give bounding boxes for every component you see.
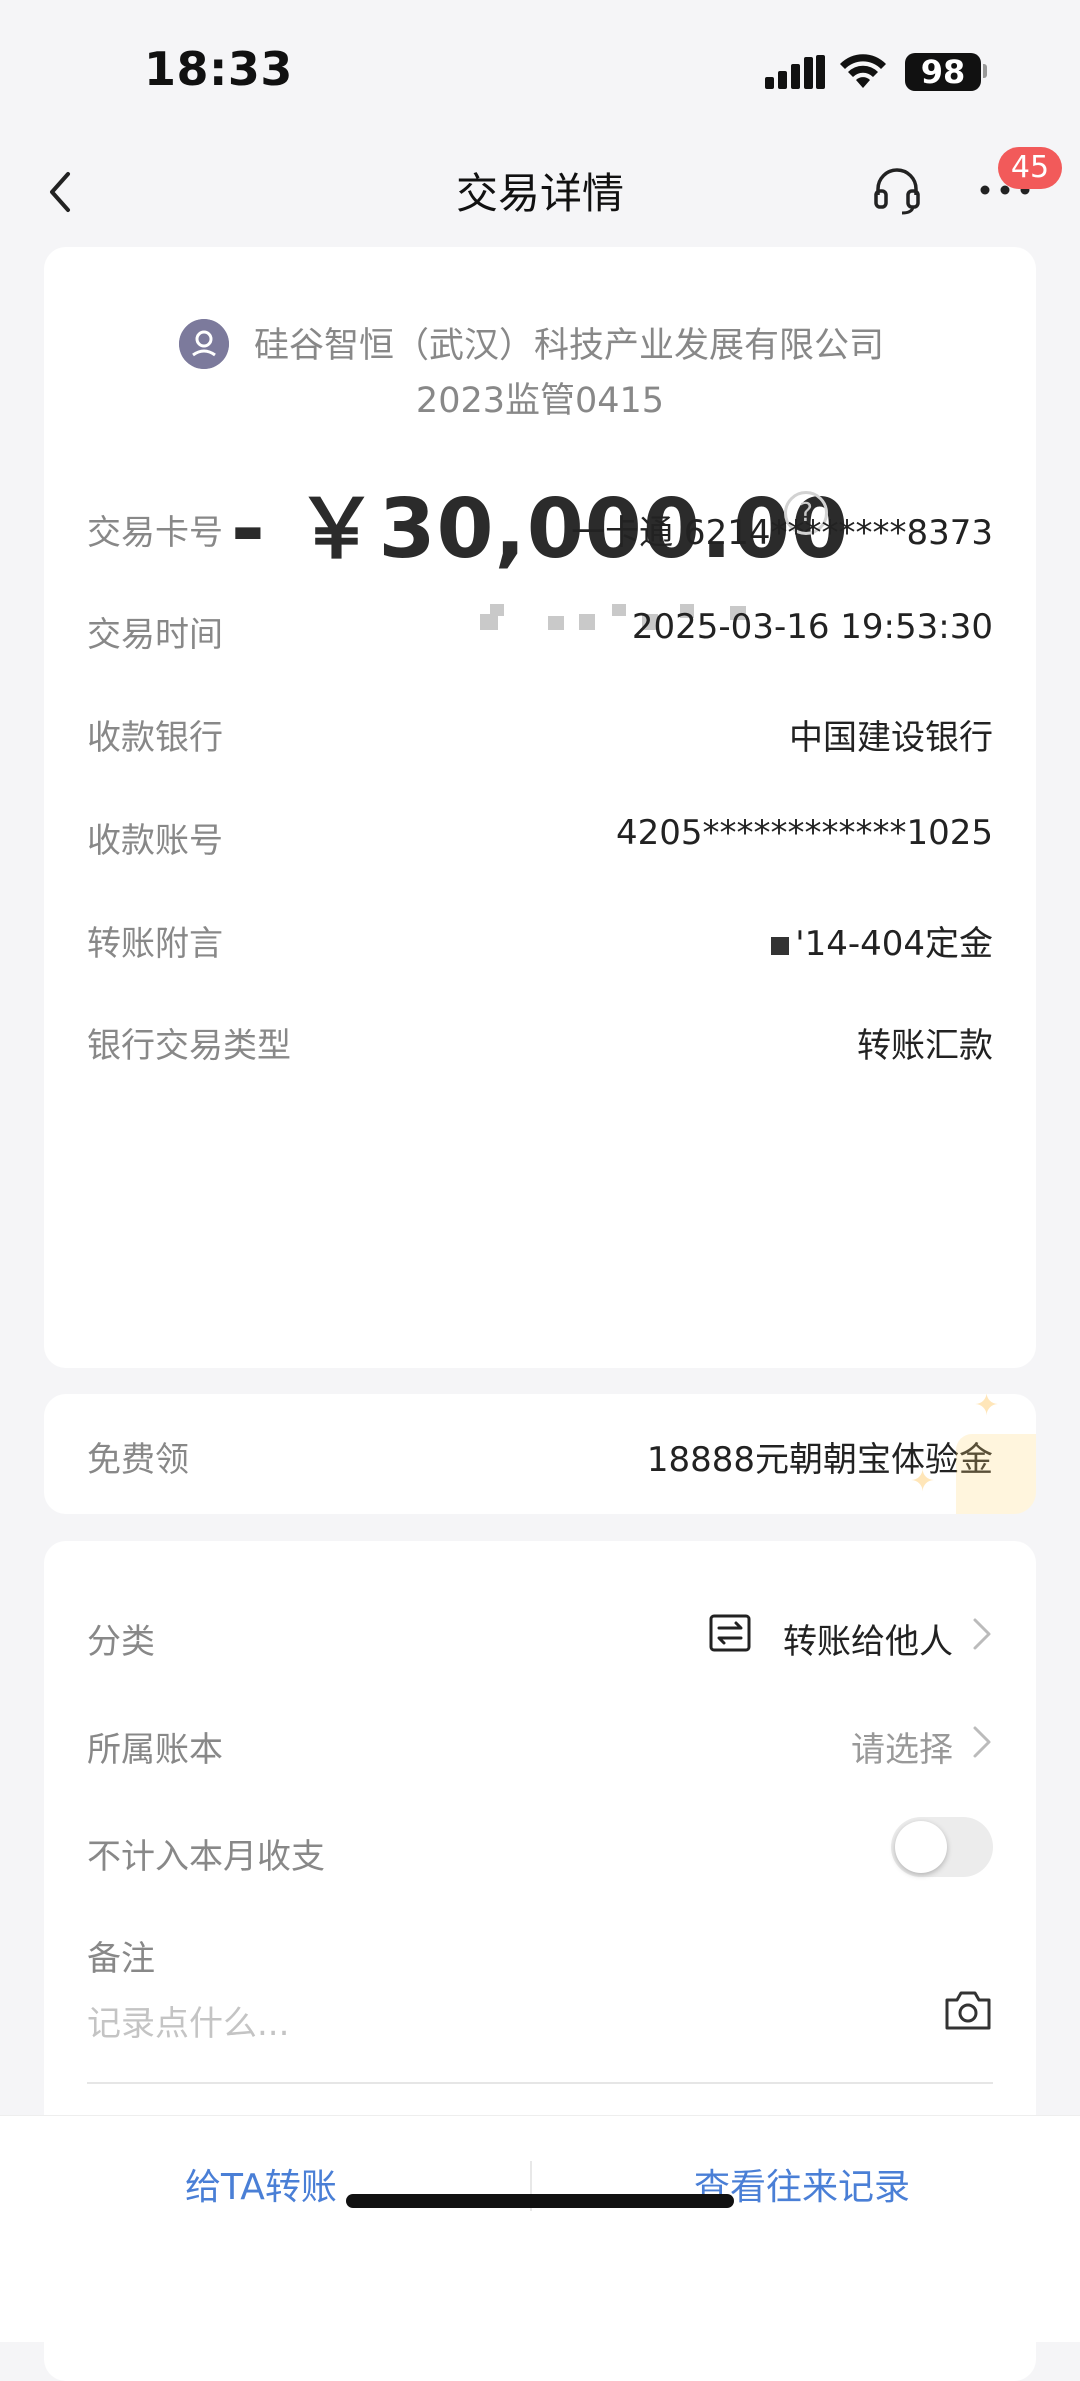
signal-icon	[765, 55, 825, 89]
detail-label: 收款账号	[87, 821, 223, 861]
exclude-toggle[interactable]	[891, 1817, 993, 1877]
detail-value: 转账汇款	[857, 1026, 993, 1066]
detail-row-type: 银行交易类型 转账汇款	[87, 1018, 993, 1078]
ledger-value: 请选择	[851, 1730, 953, 1770]
headset-icon[interactable]	[872, 165, 922, 215]
detail-label: 转账附言	[87, 924, 223, 964]
payee-name: 硅谷智恒（武汉）科技产业发展有限公司	[254, 326, 885, 366]
status-bar: 18:33 98	[0, 0, 1080, 140]
notification-badge: 45	[998, 147, 1062, 189]
sparkle-icon: ✦	[910, 1464, 936, 1499]
detail-value: 4205************1025	[615, 813, 993, 853]
detail-label: 交易卡号	[87, 513, 223, 553]
chevron-right-icon	[973, 1726, 991, 1758]
transaction-card: 硅谷智恒（武汉）科技产业发展有限公司 2023监管0415 - ￥30,000.…	[44, 247, 1036, 1368]
note-row: 备注	[87, 1931, 993, 1991]
promo-card[interactable]: 免费领 18888元朝朝宝体验金 ✦ ✦	[44, 1394, 1036, 1514]
transfer-icon	[709, 1614, 751, 1652]
camera-icon[interactable]	[943, 1988, 993, 2032]
promo-value: 18888元朝朝宝体验金	[646, 1440, 993, 1480]
battery-indicator: 98	[905, 53, 981, 91]
bottom-action-bar: 给TA转账 查看往来记录	[0, 2115, 1080, 2342]
detail-value: 一卡通 6214********8373	[571, 513, 993, 553]
status-time: 18:33	[144, 42, 293, 96]
promo-decoration	[956, 1434, 1036, 1514]
category-row[interactable]: 分类 转账给他人	[87, 1614, 993, 1674]
category-value: 转账给他人	[783, 1622, 953, 1662]
sparkle-icon: ✦	[974, 1394, 1000, 1423]
detail-row-memo: 转账附言 '14-404定金	[87, 916, 993, 976]
home-indicator	[346, 2194, 734, 2208]
detail-row-bank: 收款银行 中国建设银行	[87, 710, 993, 770]
detail-label: 交易时间	[87, 615, 223, 655]
detail-label: 银行交易类型	[87, 1026, 291, 1066]
detail-value: '14-404定金	[771, 916, 993, 965]
exclude-row: 不计入本月收支	[87, 1817, 993, 1889]
category-label: 分类	[87, 1622, 155, 1662]
toggle-knob	[895, 1821, 947, 1873]
detail-value: 中国建设银行	[789, 718, 993, 758]
exclude-label: 不计入本月收支	[87, 1837, 325, 1877]
detail-row-account: 收款账号 4205************1025	[87, 813, 993, 873]
chevron-right-icon	[973, 1618, 991, 1650]
detail-row-card: 交易卡号 一卡通 6214********8373	[87, 505, 993, 565]
ledger-label: 所属账本	[87, 1730, 223, 1770]
transfer-to-ta-button[interactable]: 给TA转账	[185, 2158, 337, 2210]
promo-label: 免费领	[87, 1440, 189, 1480]
battery-cap	[983, 64, 987, 78]
detail-row-time: 交易时间 2025-03-16 19:53:30	[87, 607, 993, 667]
detail-value: 2025-03-16 19:53:30	[631, 607, 993, 647]
note-label: 备注	[87, 1939, 155, 1979]
wifi-icon	[840, 54, 886, 88]
mosaic-block	[771, 936, 790, 955]
note-placeholder: 记录点什么...	[87, 2004, 290, 2044]
payee-subname: 2023监管0415	[415, 381, 665, 421]
ledger-row[interactable]: 所属账本 请选择	[87, 1722, 993, 1782]
detail-label: 收款银行	[87, 718, 223, 758]
avatar-icon	[179, 319, 229, 369]
memo-text: '14-404定金	[795, 924, 993, 964]
note-input[interactable]: 记录点什么...	[87, 1991, 993, 2084]
